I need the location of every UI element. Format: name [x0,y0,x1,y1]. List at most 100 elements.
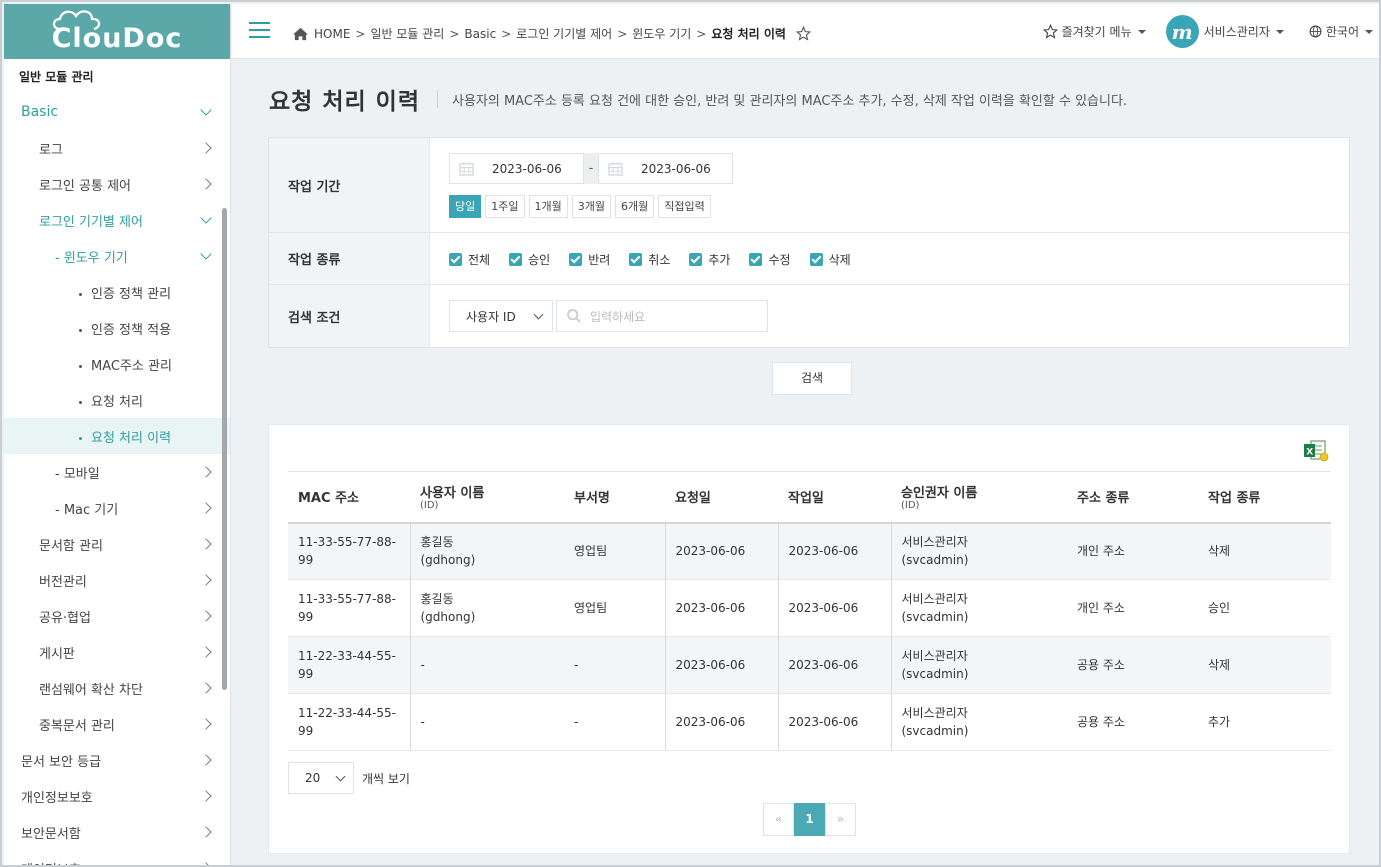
bullet-icon [79,400,82,404]
breadcrumb-item[interactable]: 윈도우 기기 [632,25,691,42]
period-button[interactable]: 6개월 [615,195,655,218]
type-checkbox[interactable]: 승인 [509,251,550,268]
chevron-down-icon [200,104,212,116]
period-button[interactable]: 3개월 [571,195,611,218]
sidebar-item[interactable]: 문서 보안 등급 [4,742,230,778]
chevron-down-icon [200,248,212,260]
sidebar-item[interactable]: 로그인 공통 제어 [4,166,230,202]
column-header: 사용자 이름 (ID) [410,472,564,523]
type-checkboxes: 전체 승인 반려 취소 추가 수정 삭제 [449,233,1349,285]
breadcrumb-item[interactable]: 일반 모듈 관리 [370,25,444,42]
sidebar-item[interactable]: 데이터보호 [4,850,230,865]
column-header: MAC 주소 [298,491,359,507]
sidebar-item-label: 요청 처리 이력 [79,427,171,446]
condition-label: 검색 조건 [269,285,430,347]
table-row[interactable]: 11-33-55-77-88-99 홍길동 (gdhong) 영업팀 2023-06-0… [288,522,1331,580]
date-to-value: 2023-06-06 [641,161,711,176]
search-button[interactable]: 검색 [772,362,852,395]
period-button[interactable]: 1개월 [528,195,568,218]
sidebar-item-label: - Mac 기기 [55,499,118,518]
hamburger-menu-icon[interactable] [249,22,270,38]
next-page-button[interactable]: » [825,803,856,836]
checkbox-checked-icon [569,252,583,266]
sidebar-item-label: - 모바일 [55,463,100,482]
type-checkbox-label: 수정 [768,252,791,267]
sidebar-item-label: 로그인 기기별 제어 [39,211,143,230]
history-table: MAC 주소 사용자 이름 (ID) 부서명 요청일 작업일 승인권자 이름 (ID) 주소 종… [288,471,1331,751]
user-name: 서비스관리자 [1203,25,1270,39]
sidebar-item[interactable]: 로그인 기기별 제어 [4,202,230,238]
type-checkbox[interactable]: 삭제 [809,251,851,268]
sidebar-item-text: 문서 보안 등급 [21,754,102,770]
caret-down-icon [1365,29,1373,34]
sidebar-item-label: MAC주소 관리 [79,355,172,374]
date-to-input[interactable]: 2023-06-06 [598,153,733,184]
excel-download-icon[interactable]: X [1303,440,1329,462]
table-row[interactable]: 11-22-33-44-55-99- -2023-06-06 2023-06-06 서… [288,636,1331,694]
home-icon [293,27,308,40]
breadcrumb-item[interactable]: HOME [314,27,350,41]
column-header: 부서명 [574,491,610,507]
sidebar-item[interactable]: 개인정보보호 [4,778,230,814]
sidebar-item-text: - 모바일 [55,466,100,482]
sidebar-item[interactable]: 랜섬웨어 확산 차단 [4,670,230,706]
sidebar-item[interactable]: 중복문서 관리 [4,706,230,742]
sidebar-item-text: 랜섬웨어 확산 차단 [39,682,143,698]
page-size-select[interactable]: 20 [288,762,354,794]
prev-page-button[interactable]: « [763,803,794,836]
language-label: 한국어 [1325,25,1359,39]
sidebar-item-label: 중복문서 관리 [39,715,115,734]
search-input[interactable]: 입력하세요 [556,300,768,332]
sidebar-item[interactable]: 보안문서함 [4,814,230,850]
sidebar-item-text: 일반 모듈 관리 [19,70,94,84]
page-button[interactable]: 1 [794,803,825,836]
chevron-right-icon [200,466,212,478]
table-row[interactable]: 11-33-55-77-88-99 홍길동 (gdhong) 영업팀 2023-06-0… [288,579,1331,637]
table-row[interactable]: 11-22-33-44-55-99- -2023-06-06 2023-06-06 서… [288,693,1331,751]
favorites-menu[interactable]: 즐겨찾기 메뉴 [1042,23,1146,40]
sidebar-item[interactable]: 요청 처리 [4,382,230,418]
sidebar-item[interactable]: 로그 [4,130,230,166]
chevron-right-icon [200,178,212,190]
type-checkbox[interactable]: 전체 [449,251,490,268]
sidebar-item[interactable]: 게시판 [4,634,230,670]
checkbox-checked-icon [809,252,823,266]
sidebar-item[interactable]: 공유·협업 [4,598,230,634]
sidebar-item[interactable]: 일반 모듈 관리 [4,59,230,94]
condition-select[interactable]: 사용자 ID [449,300,553,332]
sidebar-item[interactable]: MAC주소 관리 [4,346,230,382]
chevron-down-icon [200,212,212,224]
type-checkbox[interactable]: 반려 [569,251,610,268]
sidebar-item-label: 보안문서함 [21,823,81,842]
sidebar-item[interactable]: 버전관리 [4,562,230,598]
logo[interactable]: ClouDoc [4,4,230,59]
date-from-input[interactable]: 2023-06-06 [449,153,584,184]
breadcrumb-item[interactable]: Basic [464,27,496,41]
period-button[interactable]: 직접입력 [658,195,711,218]
type-checkbox[interactable]: 수정 [749,251,791,268]
sidebar-scrollbar[interactable] [222,208,227,690]
sidebar-item[interactable]: - 모바일 [4,454,230,490]
calendar-icon [608,161,623,176]
sidebar-item[interactable]: 문서함 관리 [4,526,230,562]
sidebar-item[interactable]: 인증 정책 적용 [4,310,230,346]
bookmark-star-icon[interactable] [795,26,811,41]
cell-approver: 서비스관리자 (svcadmin) [890,579,1067,637]
cell-mac: 11-33-55-77-88-99 [298,535,396,568]
globe-icon [1309,25,1322,38]
sidebar-item[interactable]: 인증 정책 관리 [4,274,230,310]
column-header: 승인권자 이름 (ID) [891,472,1067,523]
sidebar-item[interactable]: Basic [4,94,230,130]
type-checkbox[interactable]: 추가 [689,251,730,268]
sidebar-item[interactable]: - 윈도우 기기 [4,238,230,274]
sidebar-item[interactable]: 요청 처리 이력 [4,418,230,454]
user-menu[interactable]: m 서비스관리자 [1165,15,1284,48]
type-checkbox[interactable]: 취소 [629,251,670,268]
language-menu[interactable]: 한국어 [1309,23,1373,40]
breadcrumb-item[interactable]: 로그인 기기별 제어 [516,25,612,42]
sidebar-item[interactable]: - Mac 기기 [4,490,230,526]
period-button[interactable]: 당일 [449,195,482,218]
period-button[interactable]: 1주일 [485,195,525,218]
sidebar-item-label: 인증 정책 관리 [79,283,171,302]
cell-request-date: 2023-06-06 [664,636,778,694]
